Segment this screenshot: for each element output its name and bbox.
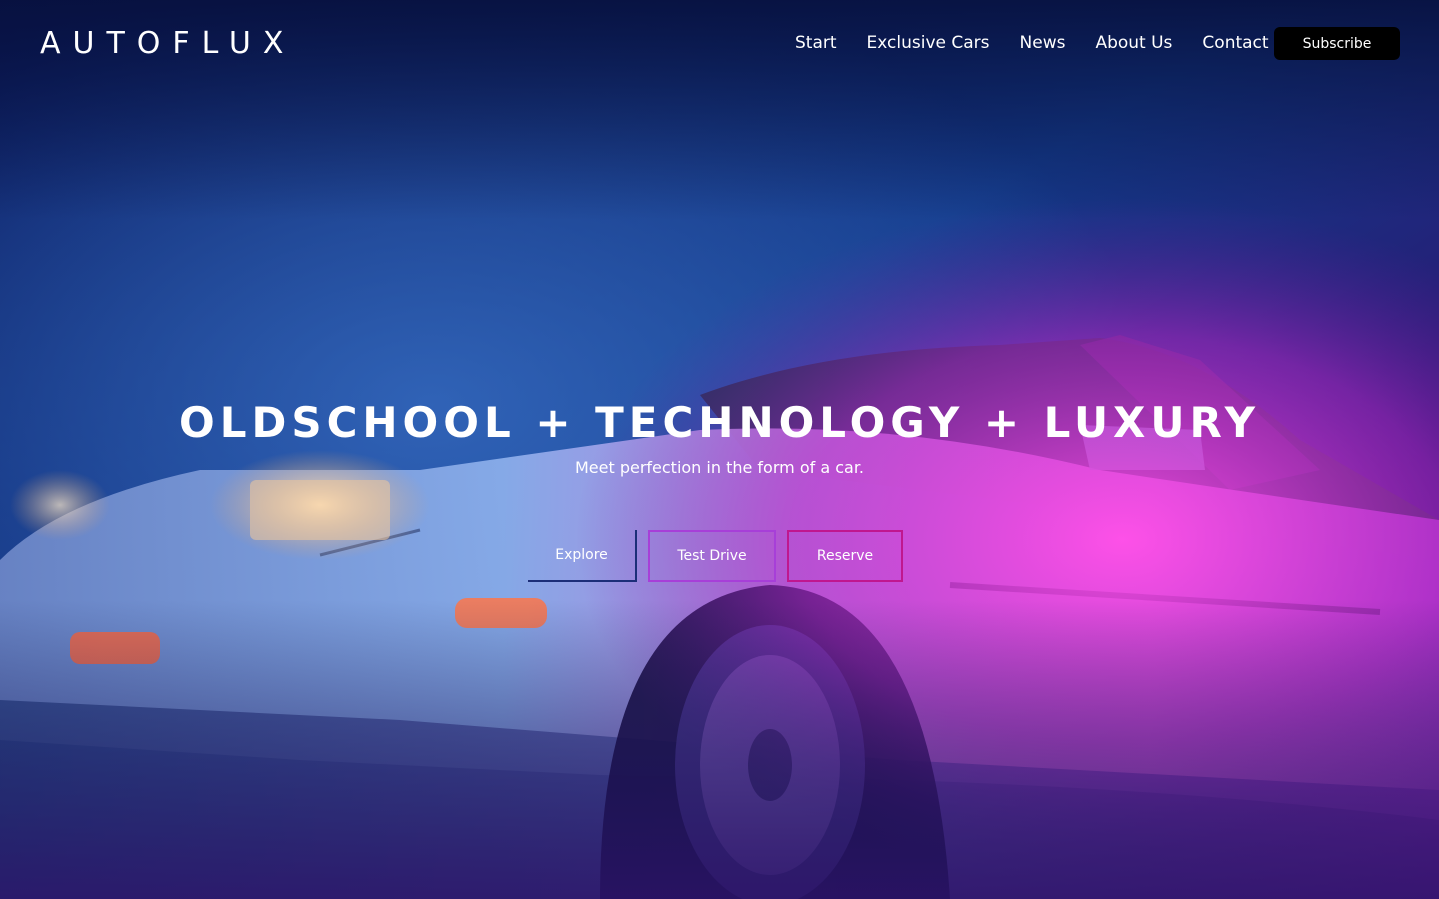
hero-subline: Meet perfection in the form of a car. (574, 458, 865, 477)
nav-item-contact[interactable]: Contact (1202, 33, 1268, 53)
brand-logo[interactable]: AUTOFLUX (40, 26, 295, 61)
top-navigation-bar: AUTOFLUX Start Exclusive Cars News About… (0, 0, 1439, 88)
nav-item-start[interactable]: Start (795, 33, 837, 53)
subscribe-button[interactable]: Subscribe (1274, 27, 1400, 60)
nav-item-exclusive-cars[interactable]: Exclusive Cars (867, 33, 990, 53)
reserve-button[interactable]: Reserve (787, 530, 903, 582)
test-drive-button[interactable]: Test Drive (648, 530, 776, 582)
explore-button[interactable]: Explore (528, 530, 637, 582)
nav-item-news[interactable]: News (1020, 33, 1066, 53)
hero-background-image (0, 0, 1439, 899)
main-nav: Start Exclusive Cars News About Us Conta… (780, 33, 1284, 53)
hero-headline: OLDSCHOOL + TECHNOLOGY + LUXURY (178, 398, 1260, 447)
landing-page: AUTOFLUX Start Exclusive Cars News About… (0, 0, 1439, 899)
nav-item-about-us[interactable]: About Us (1095, 33, 1172, 53)
